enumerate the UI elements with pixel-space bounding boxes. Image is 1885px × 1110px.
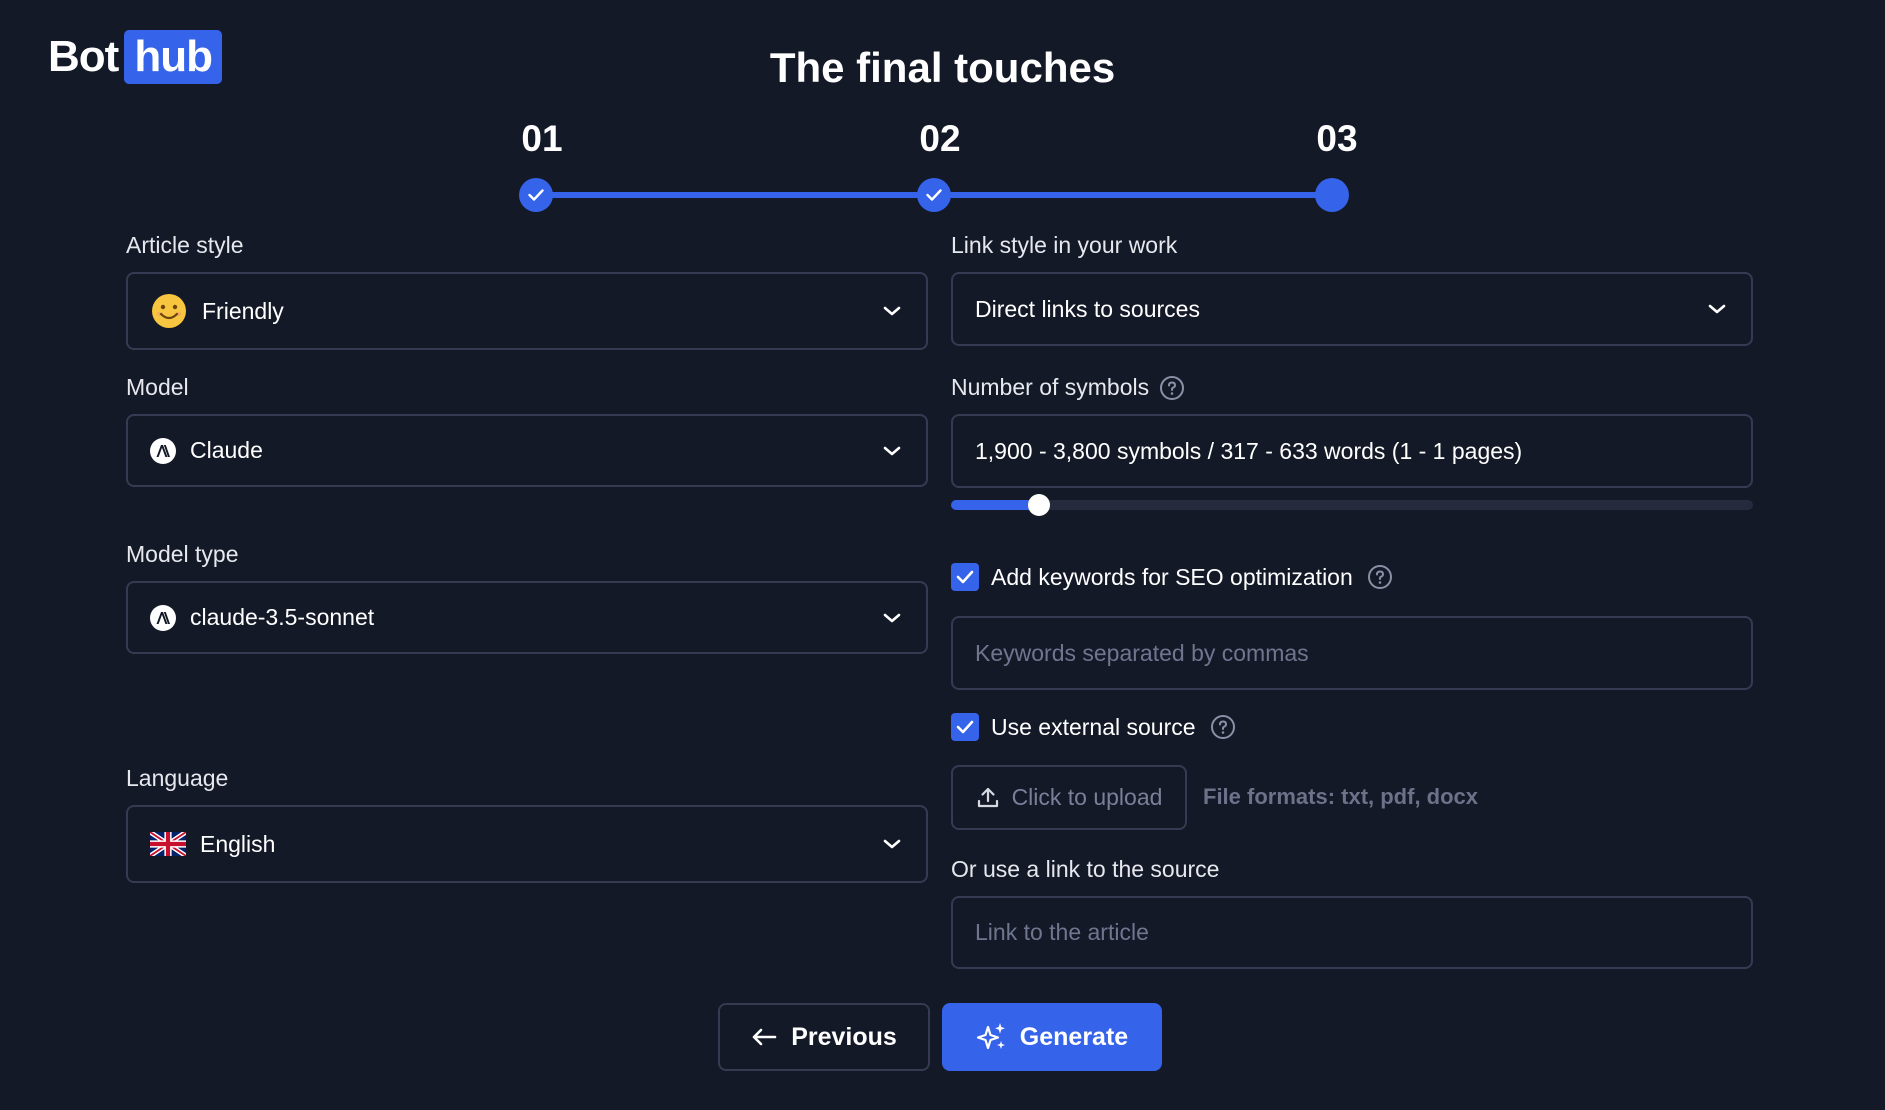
seo-keywords-checkbox[interactable] [951, 563, 979, 591]
symbols-slider[interactable] [951, 494, 1753, 516]
model-select[interactable]: Claude [126, 414, 928, 487]
uk-flag-icon [150, 832, 186, 856]
language-select[interactable]: English [126, 805, 928, 883]
page-title: The final touches [769, 44, 1116, 91]
number-of-symbols-field[interactable]: 1,900 - 3,800 symbols / 317 - 633 words … [951, 414, 1753, 488]
check-icon [926, 189, 942, 201]
link-style-select[interactable]: Direct links to sources [951, 272, 1753, 346]
seo-keywords-option[interactable]: Add keywords for SEO optimization [951, 563, 1393, 591]
step-2-complete-dot[interactable] [917, 178, 951, 212]
anthropic-logo-icon [150, 437, 176, 464]
help-question-icon[interactable] [1210, 714, 1236, 740]
language-value: English [200, 830, 276, 857]
chevron-down-icon [883, 306, 901, 316]
article-style-value: Friendly [202, 297, 284, 324]
model-type-value: claude-3.5-sonnet [190, 604, 375, 630]
arrow-left-icon [752, 1028, 777, 1046]
article-style-select[interactable]: Friendly [126, 272, 928, 350]
sparkles-icon [976, 1023, 1005, 1050]
model-label: Model [126, 374, 189, 400]
file-formats-hint: File formats: txt, pdf, docx [1203, 784, 1479, 809]
check-icon [528, 189, 544, 201]
upload-button[interactable]: Click to upload [951, 765, 1187, 830]
step-1-complete-dot[interactable] [519, 178, 553, 212]
model-type-select[interactable]: claude-3.5-sonnet [126, 581, 928, 654]
seo-keywords-label: Add keywords for SEO optimization [991, 563, 1353, 590]
number-of-symbols-label: Number of symbols [951, 374, 1150, 400]
chevron-down-icon [883, 839, 901, 849]
link-style-label: Link style in your work [951, 232, 1178, 258]
chevron-down-icon [1708, 304, 1726, 314]
anthropic-logo-icon [150, 604, 176, 631]
upload-icon [977, 787, 998, 807]
link-source-label: Or use a link to the source [951, 856, 1220, 882]
upload-button-label: Click to upload [1011, 784, 1163, 810]
help-question-icon[interactable] [1367, 564, 1393, 590]
link-source-placeholder: Link to the article [975, 919, 1149, 945]
external-source-label: Use external source [991, 713, 1196, 740]
external-source-option[interactable]: Use external source [951, 713, 1236, 741]
chevron-down-icon [883, 613, 901, 622]
number-of-symbols-value: 1,900 - 3,800 symbols / 317 - 633 words … [975, 437, 1523, 464]
check-icon [956, 720, 974, 734]
step-3-current-dot[interactable] [1315, 178, 1349, 212]
step-number-3: 03 [1316, 118, 1358, 159]
seo-keywords-input[interactable]: Keywords separated by commas [951, 616, 1753, 690]
link-source-input[interactable]: Link to the article [951, 896, 1753, 969]
article-style-label: Article style [126, 232, 244, 258]
seo-keywords-placeholder: Keywords separated by commas [975, 639, 1309, 666]
step-number-1: 01 [521, 118, 563, 159]
check-icon [956, 570, 974, 584]
generate-button-label: Generate [1019, 1022, 1129, 1051]
help-question-icon[interactable] [1159, 375, 1185, 401]
previous-button[interactable]: Previous [718, 1003, 930, 1071]
model-value: Claude [190, 437, 263, 463]
external-source-checkbox[interactable] [951, 713, 979, 741]
chevron-down-icon [883, 446, 901, 455]
model-type-label: Model type [126, 541, 239, 567]
step-number-2: 02 [919, 118, 961, 159]
generate-button[interactable]: Generate [942, 1003, 1162, 1071]
number-of-symbols-label-row: Number of symbols [951, 374, 1185, 401]
symbols-slider-fill [951, 500, 1040, 510]
language-label: Language [126, 765, 229, 791]
smiley-emoji-icon [150, 292, 188, 330]
symbols-slider-thumb[interactable] [1028, 494, 1051, 516]
link-style-value: Direct links to sources [975, 295, 1200, 322]
previous-button-label: Previous [791, 1022, 897, 1051]
